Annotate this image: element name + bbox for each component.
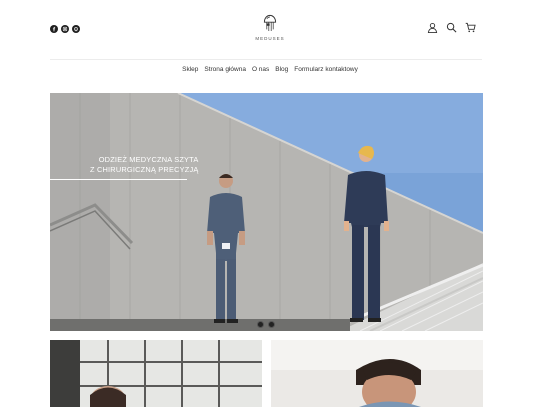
facebook-icon[interactable]	[50, 25, 58, 33]
main-navigation: Sklep Strona główna O nas Blog Formularz…	[0, 66, 540, 73]
nav-item-shop[interactable]: Sklep	[182, 66, 198, 73]
brand-logo[interactable]: MEDUSES	[240, 14, 300, 41]
tile-image-left	[50, 340, 262, 407]
brand-name: MEDUSES	[255, 36, 285, 41]
nav-item-contact-form[interactable]: Formularz kontaktowy	[294, 66, 358, 73]
instagram-icon[interactable]	[61, 25, 69, 33]
search-icon[interactable]	[446, 22, 457, 33]
hero-caption-line-2: Z CHIRURGICZNĄ PRECYZJĄ	[90, 165, 199, 174]
hero-slider[interactable]: ODZIEŻ MEDYCZNA SZYTA Z CHIRURGICZNĄ PRE…	[50, 93, 483, 331]
nav-item-home[interactable]: Strona główna	[204, 66, 246, 73]
category-tile-right[interactable]	[271, 340, 483, 407]
user-icon[interactable]	[427, 22, 438, 33]
hero-image	[50, 93, 483, 331]
hero-caption-underline	[50, 179, 187, 180]
nav-item-about[interactable]: O nas	[252, 66, 269, 73]
slider-pagination	[257, 321, 275, 328]
cart-icon[interactable]	[465, 22, 476, 33]
slider-dot-1[interactable]	[257, 321, 264, 328]
social-links	[50, 25, 80, 33]
nav-item-blog[interactable]: Blog	[275, 66, 288, 73]
tile-image-right	[271, 340, 483, 407]
hero-caption: ODZIEŻ MEDYCZNA SZYTA Z CHIRURGICZNĄ PRE…	[90, 155, 198, 175]
site-header: MEDUSES	[0, 0, 540, 60]
hero-caption-line-1: ODZIEŻ MEDYCZNA SZYTA	[98, 155, 199, 164]
jellyfish-logo-icon	[263, 14, 277, 31]
category-tile-left[interactable]	[50, 340, 262, 407]
slider-dot-2[interactable]	[268, 321, 275, 328]
pinterest-icon[interactable]	[72, 25, 80, 33]
header-actions	[427, 22, 476, 33]
header-divider	[50, 59, 482, 60]
